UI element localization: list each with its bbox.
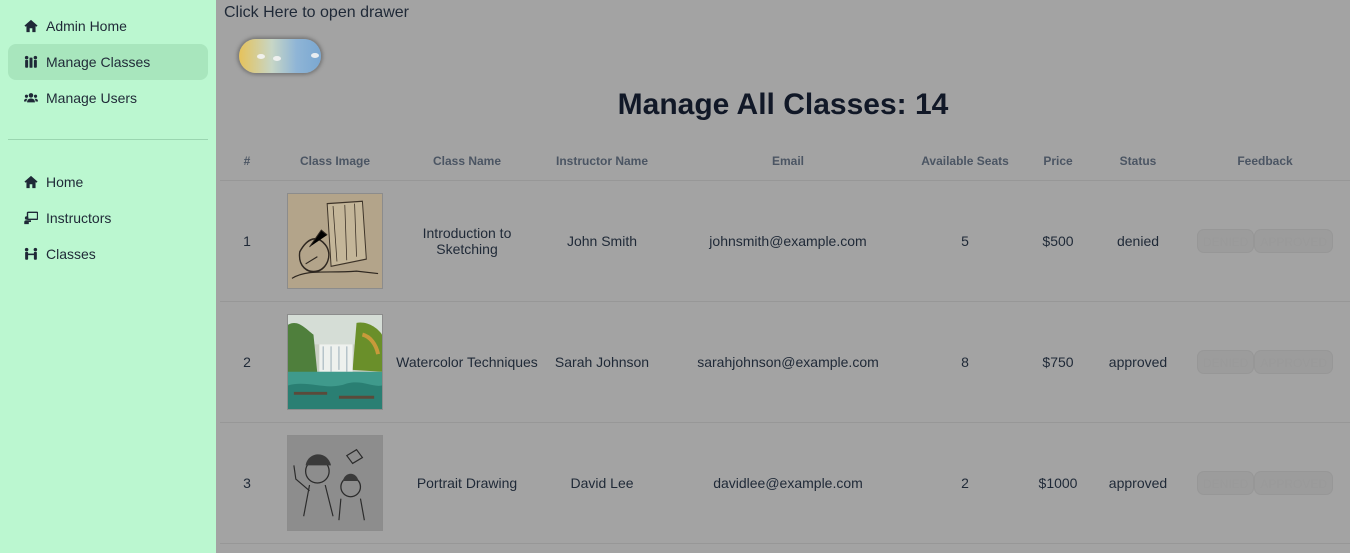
sidebar-item-label: Home bbox=[46, 174, 84, 190]
sidebar-item-manage-classes[interactable]: Manage Classes bbox=[8, 44, 208, 80]
open-drawer-link[interactable]: Click Here to open drawer bbox=[224, 4, 409, 22]
instructor-name: Sarah Johnson bbox=[538, 301, 666, 423]
classes-table: # Class Image Class Name Instructor Name… bbox=[220, 142, 1350, 544]
class-name: Introduction to Sketching bbox=[396, 180, 538, 302]
class-name: Portrait Drawing bbox=[396, 422, 538, 544]
toggle-cloud-dot bbox=[311, 53, 319, 58]
available-seats: 2 bbox=[910, 422, 1020, 544]
status: approved bbox=[1096, 422, 1180, 544]
column-header-available-seats: Available Seats bbox=[910, 142, 1020, 181]
row-number: 2 bbox=[220, 301, 274, 423]
instructor-icon bbox=[24, 211, 38, 225]
sidebar-item-label: Manage Users bbox=[46, 90, 138, 106]
portrait-image bbox=[287, 434, 383, 531]
instructor-name: David Lee bbox=[538, 422, 666, 544]
deny-button[interactable]: DENIED bbox=[1196, 228, 1255, 253]
classes-icon bbox=[24, 55, 38, 69]
users-icon bbox=[24, 91, 38, 105]
column-header-instructor-name: Instructor Name bbox=[538, 142, 666, 181]
instructor-email: johnsmith@example.com bbox=[666, 180, 910, 302]
price: $500 bbox=[1020, 180, 1096, 302]
home-icon bbox=[24, 175, 38, 189]
table-row: 3 Portrait Drawing David Lee davidlee@ex… bbox=[220, 422, 1350, 544]
column-header-class-image: Class Image bbox=[274, 142, 396, 181]
column-header-feedback: Feedback bbox=[1180, 142, 1350, 181]
home-icon bbox=[24, 19, 38, 33]
column-header-status: Status bbox=[1096, 142, 1180, 181]
page-title: Manage All Classes: 14 bbox=[617, 88, 949, 121]
deny-button[interactable]: DENIED bbox=[1196, 349, 1255, 374]
sketch-image bbox=[287, 192, 383, 289]
table-row: 1 Introduction to Sketching John Smith j… bbox=[220, 180, 1350, 302]
theme-toggle[interactable] bbox=[239, 39, 321, 73]
column-header-email: Email bbox=[666, 142, 910, 181]
sidebar-item-instructors[interactable]: Instructors bbox=[8, 200, 208, 236]
sidebar-item-label: Classes bbox=[46, 246, 96, 262]
available-seats: 8 bbox=[910, 301, 1020, 423]
feedback-cell: DENIED APPROVED bbox=[1180, 180, 1350, 302]
price: $750 bbox=[1020, 301, 1096, 423]
sidebar: Admin Home Manage Classes Manage Users H… bbox=[0, 0, 216, 553]
toggle-cloud-dot bbox=[273, 56, 281, 61]
instructor-email: sarahjohnson@example.com bbox=[666, 301, 910, 423]
table-row: 2 Watercolor Techniques Sarah Johnson sa… bbox=[220, 301, 1350, 423]
sidebar-divider bbox=[8, 139, 208, 140]
class-image-cell bbox=[274, 422, 396, 544]
deny-button[interactable]: DENIED bbox=[1196, 470, 1255, 495]
row-number: 1 bbox=[220, 180, 274, 302]
main-content: Click Here to open drawer Manage All Cla… bbox=[216, 0, 1350, 553]
table-header-row: # Class Image Class Name Instructor Name… bbox=[220, 142, 1350, 181]
column-header-class-name: Class Name bbox=[396, 142, 538, 181]
feedback-cell: DENIED APPROVED bbox=[1180, 301, 1350, 423]
available-seats: 5 bbox=[910, 180, 1020, 302]
approve-button[interactable]: APPROVED bbox=[1254, 470, 1334, 495]
sidebar-item-label: Admin Home bbox=[46, 18, 127, 34]
toggle-cloud-dot bbox=[257, 54, 265, 59]
price: $1000 bbox=[1020, 422, 1096, 544]
sidebar-item-manage-users[interactable]: Manage Users bbox=[8, 80, 208, 116]
status: denied bbox=[1096, 180, 1180, 302]
column-header-price: Price bbox=[1020, 142, 1096, 181]
class-image-cell bbox=[274, 301, 396, 423]
approve-button[interactable]: APPROVED bbox=[1254, 349, 1334, 374]
sidebar-item-label: Manage Classes bbox=[46, 54, 151, 70]
class-name: Watercolor Techniques bbox=[396, 301, 538, 423]
approve-button[interactable]: APPROVED bbox=[1254, 228, 1334, 253]
sidebar-item-admin-home[interactable]: Admin Home bbox=[8, 8, 208, 44]
column-header-number: # bbox=[220, 142, 274, 181]
sidebar-item-home[interactable]: Home bbox=[8, 164, 208, 200]
feedback-cell: DENIED APPROVED bbox=[1180, 422, 1350, 544]
watercolor-image bbox=[287, 313, 383, 410]
status: approved bbox=[1096, 301, 1180, 423]
instructor-email: davidlee@example.com bbox=[666, 422, 910, 544]
row-number: 3 bbox=[220, 422, 274, 544]
class-image-cell bbox=[274, 180, 396, 302]
people-icon bbox=[24, 247, 38, 261]
instructor-name: John Smith bbox=[538, 180, 666, 302]
sidebar-item-classes[interactable]: Classes bbox=[8, 236, 208, 272]
sidebar-item-label: Instructors bbox=[46, 210, 112, 226]
